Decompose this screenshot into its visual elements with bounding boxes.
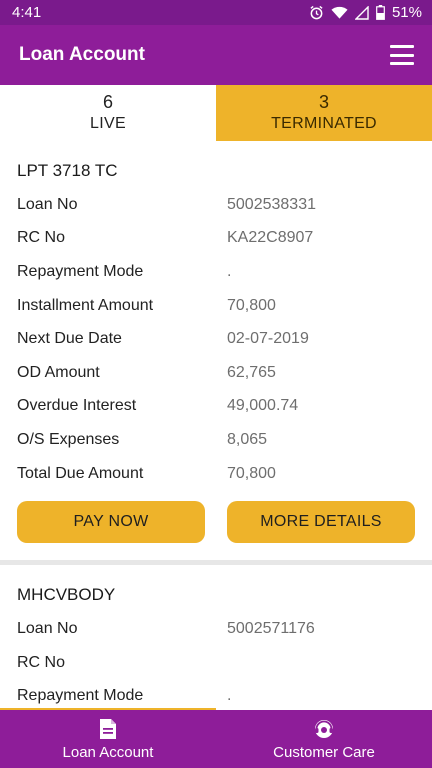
battery-percent: 51% [391, 4, 422, 21]
hamburger-menu-icon[interactable] [390, 45, 414, 65]
active-tab-indicator [0, 708, 216, 710]
loan-detail-row: Repayment Mode . [17, 255, 415, 289]
bottom-navigation: Loan Account Customer Care [0, 708, 432, 768]
loan-detail-row: Repayment Mode . [17, 680, 415, 709]
nav-loan-account[interactable]: Loan Account [0, 710, 216, 768]
more-details-button[interactable]: MORE DETAILS [227, 501, 415, 544]
card-divider [0, 560, 432, 566]
loan-detail-row: O/S Expenses 8,065 [17, 423, 415, 457]
detail-label: Loan No [17, 620, 78, 638]
tab-live-count: 6 [102, 92, 113, 112]
loan-detail-row: Total Due Amount 70,800 [17, 457, 415, 491]
detail-value: 70,800 [227, 296, 276, 314]
detail-label: Repayment Mode [17, 262, 144, 280]
loan-actions: PAY NOW MORE DETAILS [17, 501, 415, 544]
tab-terminated-label: TERMINATED [271, 115, 377, 132]
detail-label: RC No [17, 653, 66, 671]
loan-detail-row: Overdue Interest 49,000.74 [17, 390, 415, 424]
tab-live[interactable]: 6 LIVE [0, 85, 216, 141]
loan-detail-row: Loan No 5002571176 [17, 612, 415, 646]
loan-title: LPT 3718 TC [17, 161, 118, 180]
detail-label: OD Amount [17, 363, 100, 381]
detail-value: . [227, 687, 232, 705]
detail-value: 49,000.74 [227, 397, 299, 415]
tab-live-label: LIVE [90, 115, 126, 132]
battery-icon [376, 5, 385, 20]
detail-label: Overdue Interest [17, 397, 137, 415]
loan-title: MHCVBODY [17, 585, 116, 605]
wifi-icon [331, 6, 348, 20]
nav-customer-care[interactable]: Customer Care [216, 710, 432, 768]
document-icon [99, 718, 117, 744]
detail-value: 5002538331 [227, 195, 316, 213]
loan-card: LPT 3718 TC Loan No 5002538331 RC No KA2… [0, 154, 432, 544]
nav-loan-account-label: Loan Account [62, 743, 154, 761]
loan-card: MHCVBODY Loan No 5002571176 RC No Repaym… [0, 578, 432, 709]
loan-detail-row: Next Due Date 02-07-2019 [17, 322, 415, 356]
loan-detail-row: OD Amount 62,765 [17, 356, 415, 390]
detail-label: O/S Expenses [17, 430, 120, 448]
detail-label: Next Due Date [17, 330, 122, 348]
detail-value: KA22C8907 [227, 229, 314, 247]
alarm-icon [309, 5, 324, 20]
loan-detail-row: Installment Amount 70,800 [17, 289, 415, 323]
detail-label: Total Due Amount [17, 464, 144, 482]
status-time: 4:41 [12, 4, 42, 21]
loan-detail-row: RC No [17, 646, 415, 680]
app-bar: Loan Account [0, 25, 432, 85]
loan-detail-row: RC No KA22C8907 [17, 222, 415, 256]
nav-customer-care-label: Customer Care [273, 743, 375, 761]
tab-terminated-count: 3 [318, 92, 329, 112]
tab-terminated[interactable]: 3 TERMINATED [216, 85, 432, 141]
detail-value: . [227, 262, 232, 280]
customer-care-icon [312, 718, 336, 744]
detail-value: 70,800 [227, 464, 276, 482]
detail-label: Installment Amount [17, 296, 154, 314]
detail-value: 5002571176 [227, 620, 315, 638]
detail-label: RC No [17, 229, 66, 247]
page-title: Loan Account [19, 44, 145, 65]
detail-label: Repayment Mode [17, 687, 144, 705]
detail-label: Loan No [17, 195, 78, 213]
pay-now-button[interactable]: PAY NOW [17, 501, 205, 544]
loan-status-tabs: 6 LIVE 3 TERMINATED [0, 85, 432, 141]
detail-value: 8,065 [227, 430, 268, 448]
status-bar: 4:41 51% [0, 0, 432, 25]
signal-icon [354, 5, 369, 20]
loan-list[interactable]: LPT 3718 TC Loan No 5002538331 RC No KA2… [0, 141, 432, 709]
detail-value: 02-07-2019 [227, 330, 309, 348]
loan-detail-row: Loan No 5002538331 [17, 188, 415, 222]
status-icons: 51% [309, 4, 422, 21]
detail-value: 62,765 [227, 363, 276, 381]
